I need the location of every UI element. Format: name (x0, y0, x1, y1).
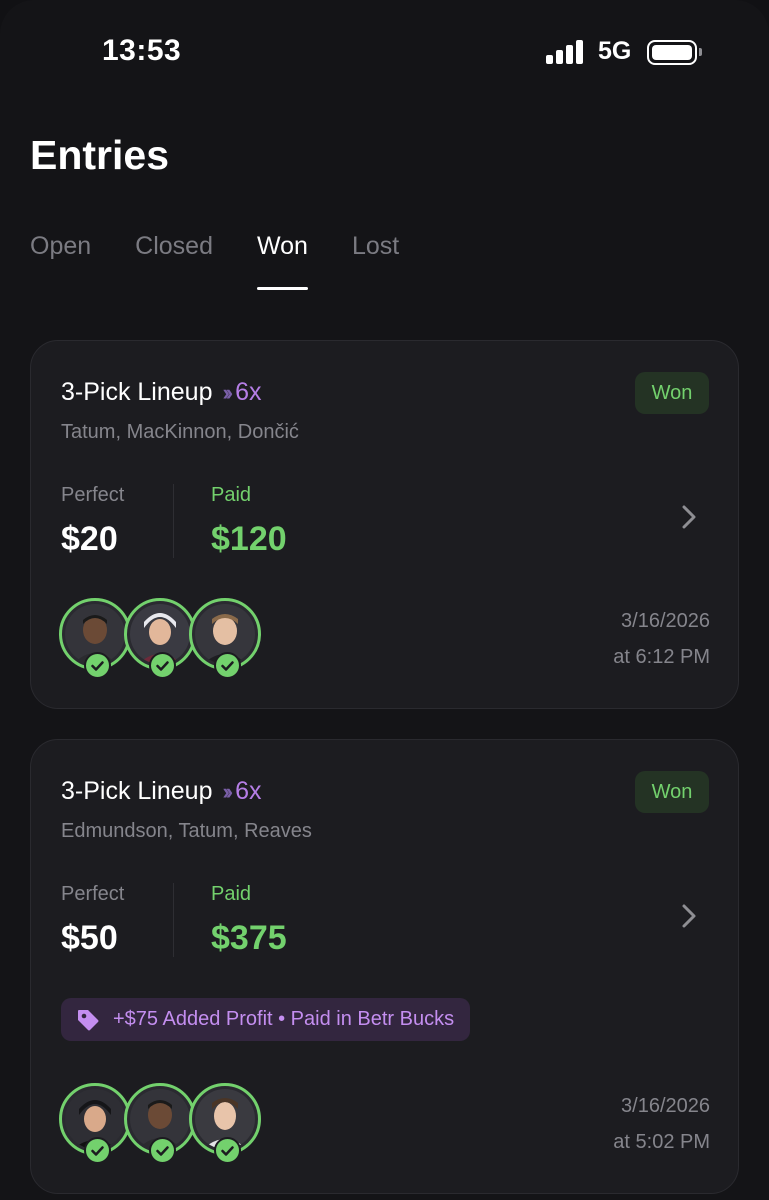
entry-card[interactable]: 3-Pick Lineup ›› 6x Won Tatum, MacKinnon… (30, 340, 739, 709)
promo-text: +$75 Added Profit • Paid in Betr Bucks (113, 1008, 455, 1030)
tab-lost[interactable]: Lost (352, 232, 399, 290)
paid-value: $375 (211, 919, 287, 957)
app-screen: 13:53 5G Entries Open Closed Won Lost 3-… (0, 0, 769, 1200)
entries-tabs: Open Closed Won Lost (30, 232, 443, 292)
divider (173, 484, 174, 558)
chevron-right-icon[interactable] (680, 902, 698, 930)
entry-date-time: at 5:02 PM (613, 1131, 710, 1153)
battery-icon (647, 40, 702, 65)
entry-date: 3/16/2026 at 5:02 PM (613, 1088, 710, 1160)
paid-value: $120 (211, 520, 287, 558)
player-avatars (59, 1083, 261, 1164)
check-icon (84, 652, 111, 679)
entry-players: Edmundson, Tatum, Reaves (61, 820, 312, 842)
entry-date-day: 3/16/2026 (621, 610, 710, 632)
avatar (124, 1083, 196, 1164)
page-title: Entries (30, 132, 169, 178)
chevron-right-icon[interactable] (680, 503, 698, 531)
status-badge: Won (635, 771, 709, 813)
divider (173, 883, 174, 957)
entry-players: Tatum, MacKinnon, Dončić (61, 421, 299, 443)
stake-label: Perfect (61, 883, 125, 905)
avatar (189, 1083, 261, 1164)
entry-multiplier: 6x (235, 378, 262, 406)
player-avatars (59, 598, 261, 679)
tag-icon (78, 1009, 99, 1030)
double-chevron-icon: ›› (222, 778, 232, 804)
check-icon (149, 1137, 176, 1164)
stake-label: Perfect (61, 484, 125, 506)
avatar (189, 598, 261, 679)
entry-title: 3-Pick Lineup (61, 777, 213, 805)
signal-icon (546, 40, 586, 64)
entry-title: 3-Pick Lineup (61, 378, 213, 406)
status-bar: 13:53 5G (0, 0, 769, 100)
entry-multiplier: 6x (235, 777, 262, 805)
tab-open[interactable]: Open (30, 232, 91, 290)
status-time: 13:53 (102, 34, 182, 67)
tab-closed[interactable]: Closed (135, 232, 213, 290)
paid-label: Paid (211, 484, 252, 506)
stake-value: $50 (61, 919, 118, 957)
check-icon (149, 652, 176, 679)
paid-label: Paid (211, 883, 252, 905)
double-chevron-icon: ›› (222, 379, 232, 405)
entry-date: 3/16/2026 at 6:12 PM (613, 603, 710, 675)
entry-title-row: 3-Pick Lineup ›› 6x (61, 378, 262, 407)
entry-date-day: 3/16/2026 (621, 1095, 710, 1117)
avatar (124, 598, 196, 679)
entry-card[interactable]: 3-Pick Lineup ›› 6x Won Edmundson, Tatum… (30, 739, 739, 1194)
check-icon (214, 1137, 241, 1164)
promo-badge: +$75 Added Profit • Paid in Betr Bucks (61, 998, 471, 1041)
entry-date-time: at 6:12 PM (613, 646, 710, 668)
network-label: 5G (598, 37, 632, 65)
stake-value: $20 (61, 520, 118, 558)
status-badge: Won (635, 372, 709, 414)
check-icon (214, 652, 241, 679)
avatar (59, 1083, 131, 1164)
tab-won[interactable]: Won (257, 232, 308, 290)
entry-title-row: 3-Pick Lineup ›› 6x (61, 777, 262, 806)
check-icon (84, 1137, 111, 1164)
avatar (59, 598, 131, 679)
